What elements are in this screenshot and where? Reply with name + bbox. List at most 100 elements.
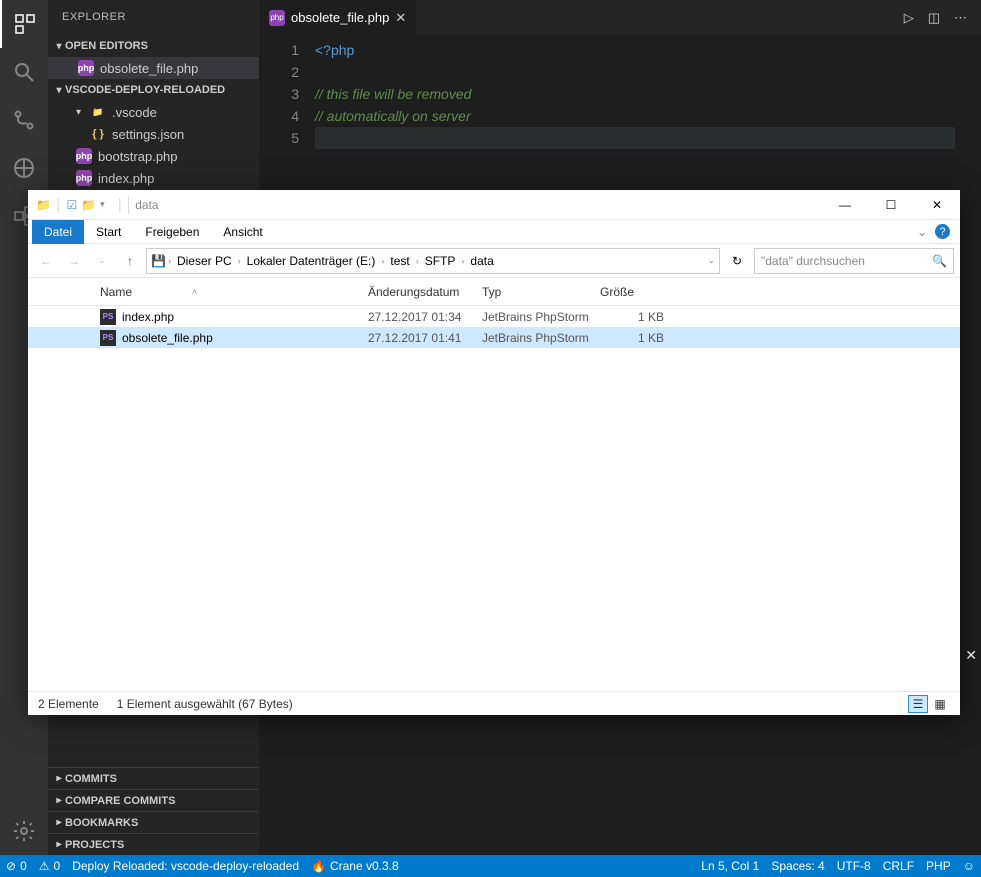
section-compare-commits[interactable]: ▸COMPARE COMMITS bbox=[48, 789, 259, 811]
qat-dropdown-icon[interactable]: ▾ bbox=[100, 199, 105, 210]
breadcrumb-data[interactable]: data bbox=[466, 250, 497, 272]
section-projects[interactable]: ▸PROJECTS bbox=[48, 833, 259, 855]
column-name[interactable]: Name˄ bbox=[100, 285, 368, 299]
php-icon: php bbox=[76, 170, 92, 186]
ribbon-tab-share[interactable]: Freigeben bbox=[133, 220, 211, 244]
sort-asc-icon: ˄ bbox=[192, 287, 197, 297]
breadcrumb-test[interactable]: test bbox=[386, 250, 413, 272]
search-icon: 🔍 bbox=[932, 254, 947, 268]
recent-dropdown-icon[interactable]: ⌄ bbox=[90, 249, 114, 273]
window-titlebar[interactable]: 📁 │ ☑ 📁 ▾ │ data — ☐ ✕ bbox=[28, 190, 960, 220]
ribbon-tab-view[interactable]: Ansicht bbox=[211, 220, 274, 244]
php-icon: php bbox=[78, 60, 94, 76]
chevron-down-icon: ▾ bbox=[53, 41, 65, 52]
section-open-editors[interactable]: ▾OPEN EDITORS bbox=[48, 35, 259, 57]
chevron-right-icon[interactable]: › bbox=[381, 256, 384, 266]
folder-vscode[interactable]: ▾📁.vscode bbox=[48, 101, 259, 123]
activity-explorer-icon[interactable] bbox=[0, 0, 48, 48]
status-language[interactable]: PHP bbox=[920, 859, 957, 873]
status-encoding[interactable]: UTF-8 bbox=[831, 859, 877, 873]
minimize-button[interactable]: — bbox=[822, 190, 868, 220]
qat-divider: │ bbox=[55, 198, 63, 212]
chevron-right-icon[interactable]: › bbox=[238, 256, 241, 266]
chevron-right-icon[interactable]: › bbox=[461, 256, 464, 266]
chevron-right-icon: ▸ bbox=[53, 817, 65, 828]
close-button[interactable]: ✕ bbox=[914, 190, 960, 220]
split-editor-icon[interactable]: ◫ bbox=[928, 10, 940, 26]
qat-button[interactable]: 📁 bbox=[81, 198, 96, 212]
chevron-down-icon: ▾ bbox=[76, 107, 88, 118]
status-eol[interactable]: CRLF bbox=[877, 859, 920, 873]
column-date[interactable]: Änderungsdatum bbox=[368, 285, 482, 299]
status-warnings[interactable]: ⚠ 0 bbox=[33, 855, 66, 877]
search-box[interactable]: "data" durchsuchen 🔍 bbox=[754, 248, 954, 274]
section-workspace[interactable]: ▾VSCODE-DEPLOY-RELOADED bbox=[48, 79, 259, 101]
view-details-button[interactable]: ☰ bbox=[908, 695, 928, 713]
more-icon[interactable]: ⋯ bbox=[954, 10, 967, 26]
qat-properties-icon[interactable]: ☑ bbox=[66, 198, 77, 212]
activity-debug-icon[interactable] bbox=[0, 144, 48, 192]
back-button[interactable]: ← bbox=[34, 249, 58, 273]
status-position[interactable]: Ln 5, Col 1 bbox=[695, 859, 765, 873]
address-bar[interactable]: 💾 › Dieser PC › Lokaler Datenträger (E:)… bbox=[146, 248, 720, 274]
file-row[interactable]: PS obsolete_file.php 27.12.2017 01:41 Je… bbox=[28, 327, 960, 348]
sidebar-title: EXPLORER bbox=[48, 0, 259, 35]
run-icon[interactable]: ▷ bbox=[904, 10, 914, 26]
chevron-right-icon[interactable]: › bbox=[416, 256, 419, 266]
status-item-count: 2 Elemente bbox=[38, 697, 99, 711]
close-icon[interactable]: ✕ bbox=[395, 10, 406, 26]
chevron-right-icon: ▸ bbox=[53, 795, 65, 806]
window-title: data bbox=[128, 196, 158, 214]
ribbon-tab-start[interactable]: Start bbox=[84, 220, 133, 244]
status-deploy[interactable]: Deploy Reloaded: vscode-deploy-reloaded bbox=[66, 855, 305, 877]
view-large-icons-button[interactable]: ▦ bbox=[930, 695, 950, 713]
refresh-button[interactable]: ↻ bbox=[724, 248, 750, 274]
file-index-php[interactable]: phpindex.php bbox=[48, 167, 259, 189]
section-bookmarks[interactable]: ▸BOOKMARKS bbox=[48, 811, 259, 833]
chevron-right-icon: ▸ bbox=[53, 773, 65, 784]
breadcrumb-pc[interactable]: Dieser PC bbox=[173, 250, 236, 272]
drive-icon: 💾 bbox=[151, 254, 166, 268]
file-settings-json[interactable]: { }settings.json bbox=[48, 123, 259, 145]
status-bar: ⊘ 0 ⚠ 0 Deploy Reloaded: vscode-deploy-r… bbox=[0, 855, 981, 877]
quick-access-toolbar: 📁 │ ☑ 📁 ▾ bbox=[28, 198, 113, 212]
column-type[interactable]: Typ bbox=[482, 285, 600, 299]
file-explorer-window: 📁 │ ☑ 📁 ▾ │ data — ☐ ✕ Datei Start Freig… bbox=[28, 190, 960, 715]
status-selection: 1 Element ausgewählt (67 Bytes) bbox=[117, 697, 293, 711]
section-commits[interactable]: ▸COMMITS bbox=[48, 767, 259, 789]
file-bootstrap-php[interactable]: phpbootstrap.php bbox=[48, 145, 259, 167]
file-row[interactable]: PS index.php 27.12.2017 01:34 JetBrains … bbox=[28, 306, 960, 327]
activity-scm-icon[interactable] bbox=[0, 96, 48, 144]
explorer-status-bar: 2 Elemente 1 Element ausgewählt (67 Byte… bbox=[28, 691, 960, 715]
editor-tab[interactable]: php obsolete_file.php ✕ bbox=[259, 0, 416, 35]
phpstorm-file-icon: PS bbox=[100, 330, 116, 346]
phpstorm-file-icon: PS bbox=[100, 309, 116, 325]
forward-button[interactable]: → bbox=[62, 249, 86, 273]
activity-search-icon[interactable] bbox=[0, 48, 48, 96]
column-size[interactable]: Größe bbox=[600, 285, 664, 299]
breadcrumb-drive[interactable]: Lokaler Datenträger (E:) bbox=[243, 250, 380, 272]
ribbon-expand-icon[interactable]: ⌄ bbox=[917, 225, 927, 239]
ribbon: Datei Start Freigeben Ansicht ⌄ ? bbox=[28, 220, 960, 244]
status-crane[interactable]: 🔥 Crane v0.3.8 bbox=[305, 855, 405, 877]
ribbon-tab-file[interactable]: Datei bbox=[32, 220, 84, 244]
status-indent[interactable]: Spaces: 4 bbox=[765, 859, 830, 873]
activity-settings-icon[interactable] bbox=[0, 807, 48, 855]
nav-bar: ← → ⌄ ↑ 💾 › Dieser PC › Lokaler Datenträ… bbox=[28, 244, 960, 278]
breadcrumb-sftp[interactable]: SFTP bbox=[421, 250, 460, 272]
chevron-down-icon: ▾ bbox=[53, 85, 65, 96]
addr-dropdown-icon[interactable]: ⌄ bbox=[707, 255, 715, 266]
folder-icon: 📁 bbox=[36, 198, 51, 212]
json-icon: { } bbox=[90, 126, 106, 142]
status-errors[interactable]: ⊘ 0 bbox=[0, 855, 33, 877]
help-icon[interactable]: ? bbox=[935, 224, 950, 239]
chevron-right-icon[interactable]: › bbox=[168, 256, 171, 266]
close-notification-icon[interactable]: ✕ bbox=[965, 647, 977, 664]
code-editor[interactable]: 1 2 3 4 5 <?php // this file will be rem… bbox=[259, 35, 981, 149]
up-button[interactable]: ↑ bbox=[118, 249, 142, 273]
open-editor-file[interactable]: phpobsolete_file.php bbox=[48, 57, 259, 79]
php-icon: php bbox=[269, 10, 285, 26]
status-smiley-icon[interactable]: ☺ bbox=[957, 859, 981, 873]
maximize-button[interactable]: ☐ bbox=[868, 190, 914, 220]
line-number-gutter: 1 2 3 4 5 bbox=[259, 39, 315, 149]
